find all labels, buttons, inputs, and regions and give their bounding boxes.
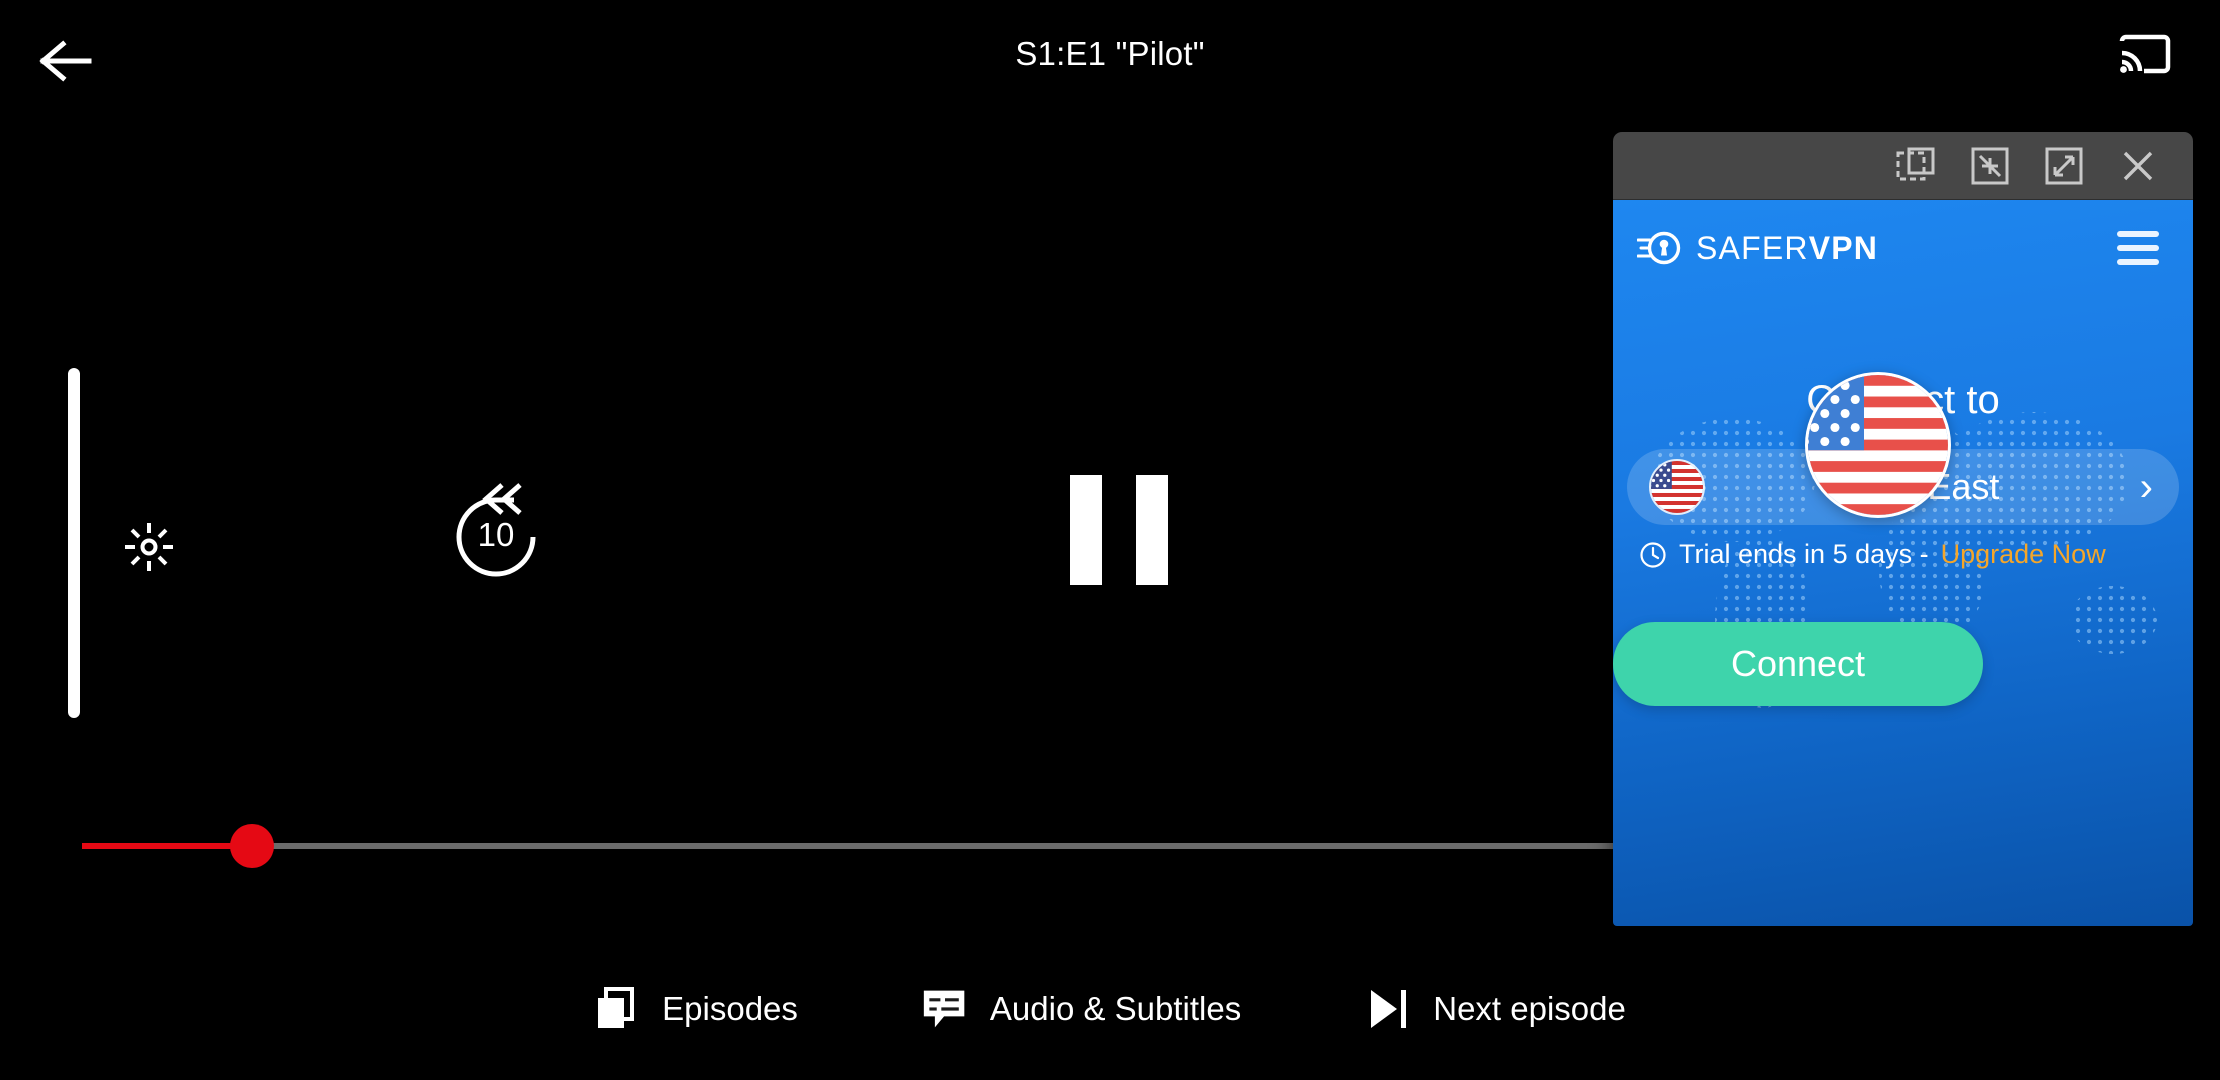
maximize-button[interactable] [2027,136,2101,196]
brightness-sun-icon [122,520,176,574]
screen-root: S1:E1 "Pilot" 10 Episodes Audio & Subtit… [0,0,2220,1080]
episodes-label: Episodes [662,990,798,1027]
pause-bar-left [1070,475,1102,585]
player-top-bar: S1:E1 "Pilot" [0,0,2220,100]
upgrade-now-link[interactable]: Upgrade Now [1941,539,2106,570]
minimize-button[interactable] [1953,136,2027,196]
vpn-header: SAFERVPN [1613,200,2193,296]
audio-subtitles-button[interactable]: Audio & Subtitles [860,986,1303,1032]
expand-arrows-icon [2045,147,2083,184]
pip-icon [1896,147,1935,180]
progress-thumb[interactable] [230,824,274,868]
location-selector[interactable]: USA East › [1627,449,2179,525]
rewind-10-button[interactable]: 10 [440,475,552,587]
pause-bar-right [1136,475,1168,585]
safervpn-window: SAFERVPN Connect to USA East › Trial end… [1613,132,2193,926]
skip-next-icon [1365,986,1411,1032]
page-title: S1:E1 "Pilot" [1015,35,1205,72]
subtitles-icon [922,986,968,1032]
chromecast-icon [2119,34,2171,74]
safervpn-keyhole-icon [1637,231,1681,265]
selected-location-label: USA East [1845,466,2000,507]
cast-button[interactable] [2112,28,2178,80]
connect-to-heading: Connect to [1806,378,2000,422]
pause-button[interactable] [1070,475,1168,585]
episodes-button[interactable]: Episodes [532,986,860,1032]
brand-name-bold: VPN [1808,229,1879,266]
next-episode-label: Next episode [1433,990,1626,1027]
brand-name-light: SAFER [1696,229,1809,266]
episodes-stack-icon [594,986,640,1032]
vpn-window-titlebar [1613,132,2193,200]
close-button[interactable] [2101,136,2175,196]
brand-name: SAFERVPN [1696,230,1878,267]
chevron-right-icon: › [2139,465,2153,509]
next-episode-button[interactable]: Next episode [1303,986,1688,1032]
picture-in-picture-button[interactable] [1879,136,1953,196]
vpn-panel-body: SAFERVPN Connect to USA East › Trial end… [1613,200,2193,926]
brightness-control [60,368,180,718]
brand-logo: SAFERVPN [1637,225,1878,271]
brightness-slider[interactable] [68,368,80,718]
us-flag-small-icon [1649,459,1705,515]
trial-text: Trial ends in 5 days - [1679,539,1929,569]
player-bottom-bar: Episodes Audio & Subtitles Next episode [0,986,2220,1032]
hamburger-menu-icon[interactable] [2111,225,2165,271]
clock-icon [1640,541,1666,568]
trial-status: Trial ends in 5 days - Upgrade Now [1613,539,2193,570]
collapse-arrows-icon [1971,147,2009,184]
close-x-icon [2123,151,2153,180]
connect-button[interactable]: Connect [1613,622,1983,706]
audio-subtitles-label: Audio & Subtitles [989,990,1242,1027]
rewind-seconds-label: 10 [477,516,515,553]
